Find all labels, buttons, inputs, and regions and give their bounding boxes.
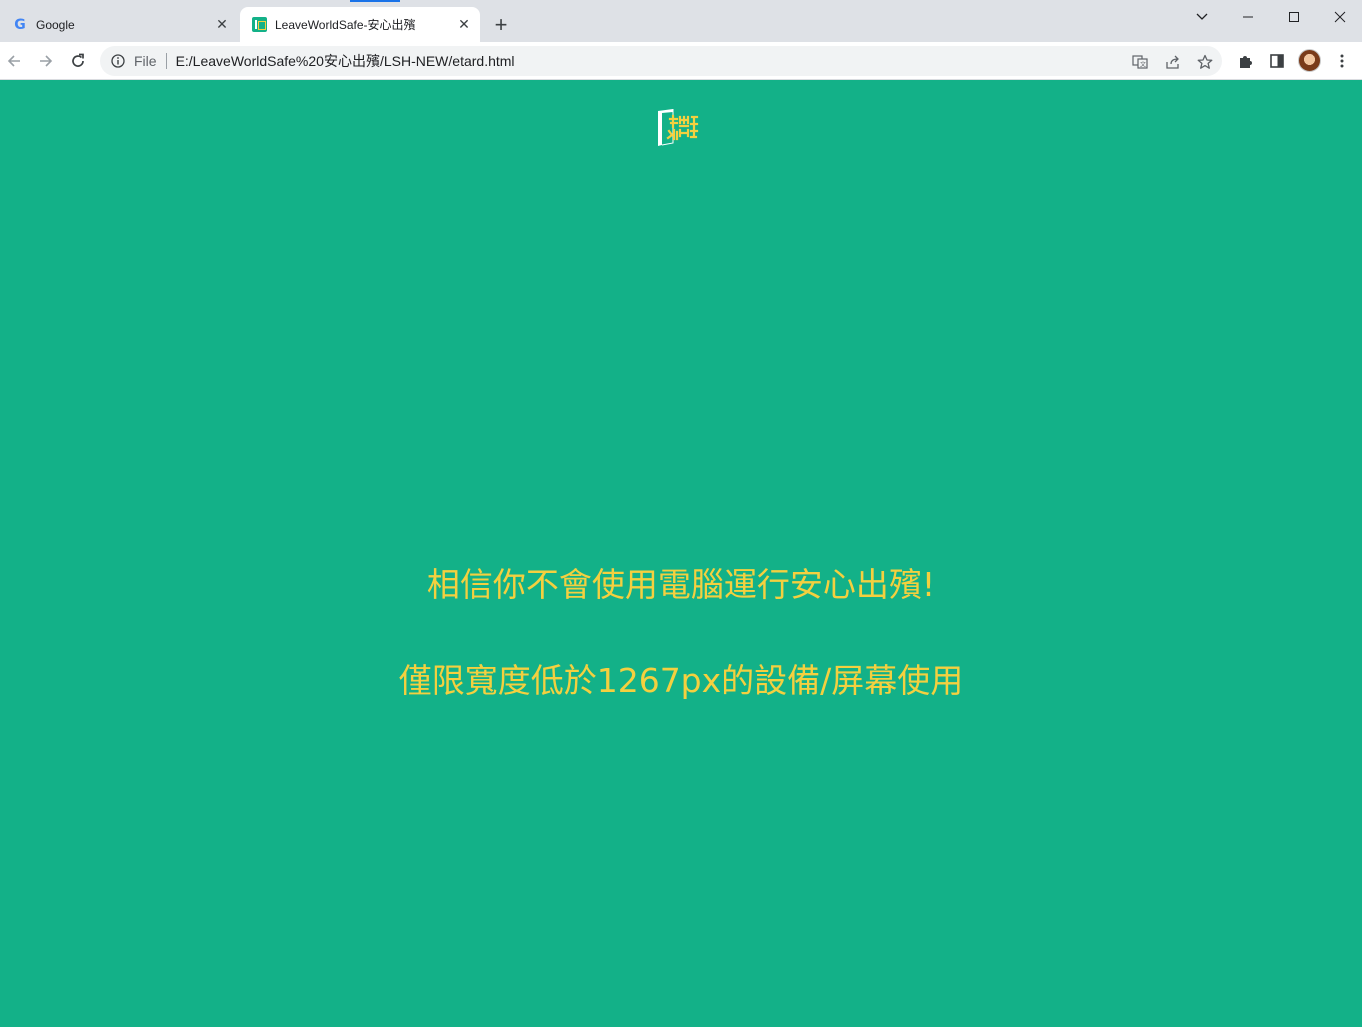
leaveworldsafe-logo [657, 109, 699, 147]
tab-title: LeaveWorldSafe-安心出殯 [275, 18, 416, 32]
extensions-puzzle-icon[interactable] [1235, 51, 1255, 71]
address-bar[interactable]: File E:/LeaveWorldSafe%20安心出殯/LSH-NEW/et… [100, 46, 1222, 76]
minimize-icon[interactable] [1237, 6, 1259, 28]
close-tab-icon[interactable]: ✕ [454, 15, 474, 35]
scheme-label: File [134, 53, 157, 69]
tab-indicator [350, 0, 400, 2]
svg-text:文: 文 [1140, 61, 1146, 69]
page-content: 相信你不會使用電腦運行安心出殯! 僅限寬度低於1267px的設備/屏幕使用 [0, 80, 1362, 1027]
tab-google[interactable]: G Google ✕ [0, 7, 238, 42]
leaveworldsafe-favicon [251, 17, 267, 33]
share-icon[interactable] [1164, 53, 1182, 71]
window-close-icon[interactable] [1329, 6, 1351, 28]
info-icon[interactable] [110, 53, 126, 69]
warning-message-line2: 僅限寬度低於1267px的設備/屏幕使用 [398, 661, 964, 700]
reload-icon[interactable] [66, 49, 90, 73]
bookmark-star-icon[interactable] [1196, 53, 1214, 71]
back-arrow-icon[interactable] [2, 49, 26, 73]
new-tab-button[interactable]: + [490, 14, 512, 36]
google-g-icon: G [14, 16, 26, 33]
tab-title: Google [36, 17, 75, 32]
translate-icon[interactable]: 文 [1131, 53, 1149, 71]
maximize-icon[interactable] [1283, 6, 1305, 28]
profile-avatar[interactable] [1298, 49, 1321, 72]
tab-search-icon[interactable] [1191, 6, 1213, 28]
close-tab-icon[interactable]: ✕ [212, 15, 232, 35]
url-text[interactable]: E:/LeaveWorldSafe%20安心出殯/LSH-NEW/etard.h… [176, 51, 515, 71]
divider [165, 53, 167, 69]
forward-arrow-icon[interactable] [34, 49, 58, 73]
warning-message-line1: 相信你不會使用電腦運行安心出殯! [426, 565, 936, 604]
tab-strip: G Google ✕ LeaveWorldSafe-安心出殯 ✕ + [0, 0, 1362, 42]
more-menu-icon[interactable] [1332, 51, 1352, 71]
side-panel-icon[interactable] [1267, 51, 1287, 71]
browser-toolbar: File E:/LeaveWorldSafe%20安心出殯/LSH-NEW/et… [0, 42, 1362, 80]
tab-leaveworldsafe[interactable]: LeaveWorldSafe-安心出殯 ✕ [240, 7, 480, 42]
